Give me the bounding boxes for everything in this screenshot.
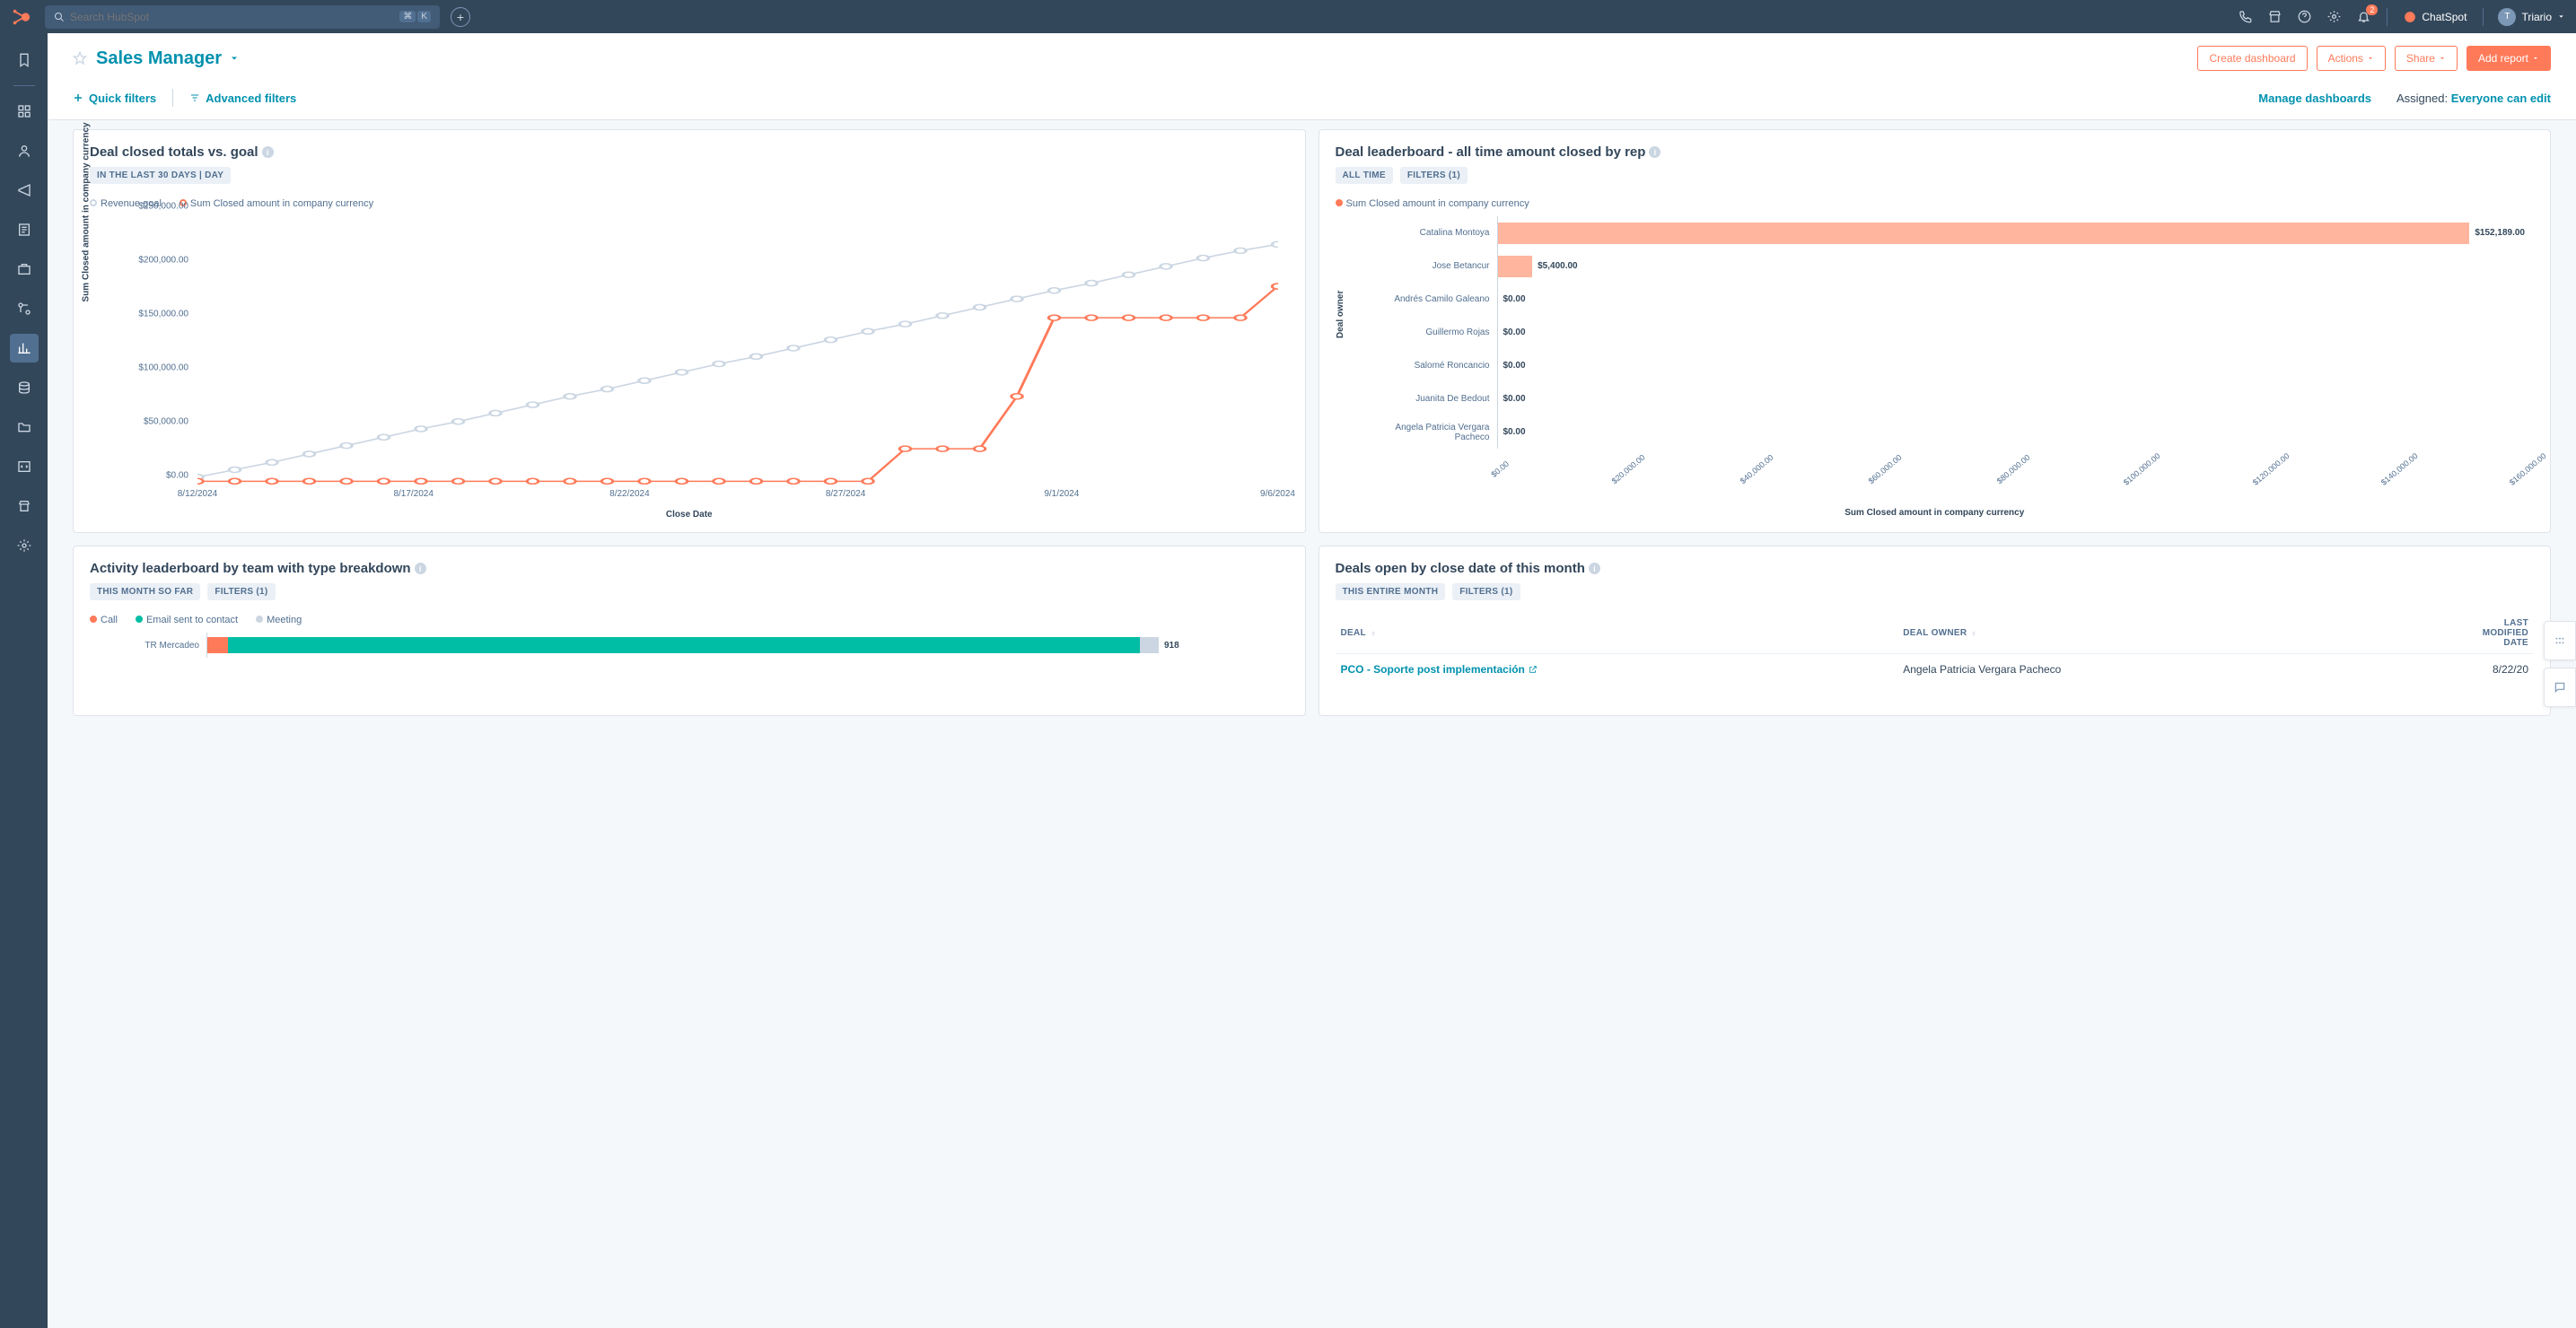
left-sidebar: [0, 33, 48, 1328]
legend-item: Sum Closed amount in company currency: [180, 198, 373, 209]
quick-filters-button[interactable]: Quick filters: [73, 92, 156, 105]
card-deals-open: Deals open by close date of this month i…: [1319, 546, 2552, 716]
sidebar-code-icon[interactable]: [10, 452, 39, 481]
info-icon[interactable]: i: [262, 146, 274, 158]
add-report-button[interactable]: Add report: [2466, 46, 2551, 71]
chatspot-button[interactable]: ChatSpot: [2404, 11, 2466, 23]
search-input[interactable]: [70, 11, 398, 23]
stacked-bar-chart: TR Mercadeo918: [90, 633, 1289, 704]
info-icon[interactable]: i: [415, 563, 426, 574]
rail-chat-icon[interactable]: [2544, 668, 2576, 707]
right-rail: [2544, 621, 2576, 707]
create-dashboard-button[interactable]: Create dashboard: [2197, 46, 2307, 71]
filter-pill[interactable]: FILTERS (1): [1400, 167, 1468, 184]
page-header: Sales Manager Create dashboard Actions S…: [48, 33, 2576, 120]
help-icon[interactable]: [2298, 10, 2311, 23]
sidebar-commerce-icon[interactable]: [10, 255, 39, 284]
kbd-cmd: ⌘: [399, 11, 416, 22]
filter-pill[interactable]: THIS ENTIRE MONTH: [1336, 583, 1446, 600]
actions-button[interactable]: Actions: [2317, 46, 2386, 71]
sidebar-contacts-icon[interactable]: [10, 136, 39, 165]
chevron-down-icon: [2557, 13, 2565, 21]
filter-pill[interactable]: FILTERS (1): [207, 583, 275, 600]
sidebar-reporting-icon[interactable]: [10, 334, 39, 363]
chatspot-icon: [2404, 11, 2416, 23]
legend-item: Meeting: [256, 615, 302, 625]
filter-pill[interactable]: ALL TIME: [1336, 167, 1393, 184]
card-title: Deal closed totals vs. goal: [90, 144, 258, 160]
filter-pill[interactable]: IN THE LAST 30 DAYS | DAY: [90, 167, 231, 184]
favorite-star-icon[interactable]: [73, 51, 87, 66]
card-title: Activity leaderboard by team with type b…: [90, 561, 411, 576]
info-icon[interactable]: i: [1589, 563, 1600, 574]
legend-item: Email sent to contact: [136, 615, 238, 625]
hubspot-logo-icon[interactable]: [11, 7, 31, 27]
sidebar-marketing-icon[interactable]: [10, 176, 39, 205]
chevron-down-icon: [2532, 55, 2539, 62]
settings-icon[interactable]: [2327, 10, 2341, 23]
sidebar-automation-icon[interactable]: [10, 294, 39, 323]
share-button[interactable]: Share: [2395, 46, 2458, 71]
global-search[interactable]: ⌘ K: [45, 5, 440, 29]
page-title[interactable]: Sales Manager: [96, 48, 240, 69]
info-icon[interactable]: i: [1649, 146, 1660, 158]
filter-icon: [189, 92, 200, 103]
card-deal-leaderboard: Deal leaderboard - all time amount close…: [1319, 129, 2552, 533]
phone-icon[interactable]: [2239, 10, 2252, 23]
legend-item: Sum Closed amount in company currency: [1336, 198, 1529, 209]
sidebar-gear-icon[interactable]: [10, 531, 39, 560]
card-title: Deal leaderboard - all time amount close…: [1336, 144, 1646, 160]
table-header: DEAL DEAL OWNER LAST MODIFIED DATE: [1336, 600, 2535, 654]
card-deal-closed-vs-goal: Deal closed totals vs. goal i IN THE LAS…: [73, 129, 1306, 533]
sort-icon: [1370, 630, 1377, 637]
sidebar-library-icon[interactable]: [10, 413, 39, 441]
column-deal[interactable]: DEAL: [1341, 618, 1904, 648]
chevron-down-icon: [229, 53, 240, 64]
add-button[interactable]: +: [451, 7, 470, 27]
horizontal-bar-chart: Deal owner Catalina Montoya$152,189.00Jo…: [1336, 216, 2535, 521]
top-navbar: ⌘ K + 2 ChatSpot T Triario: [0, 0, 2576, 33]
notification-badge: 2: [2366, 4, 2378, 15]
sidebar-bookmark-icon[interactable]: [10, 46, 39, 74]
line-chart: Sum Closed amount in company currency $0…: [90, 216, 1289, 521]
sidebar-apps-icon[interactable]: [10, 97, 39, 126]
avatar-icon: T: [2498, 8, 2516, 26]
assigned-value-link[interactable]: Everyone can edit: [2451, 92, 2551, 105]
marketplace-icon[interactable]: [2268, 10, 2282, 23]
assigned-label: Assigned:: [2396, 92, 2448, 105]
sort-icon: [1970, 630, 1977, 637]
chevron-down-icon: [2439, 55, 2446, 62]
deal-link[interactable]: PCO - Soporte post implementación: [1341, 663, 1538, 676]
manage-dashboards-link[interactable]: Manage dashboards: [2258, 92, 2371, 105]
plus-icon: [73, 92, 83, 103]
kbd-k: K: [417, 11, 431, 22]
external-link-icon: [1529, 665, 1538, 674]
sidebar-store-icon[interactable]: [10, 492, 39, 520]
table-row[interactable]: PCO - Soporte post implementación Angela…: [1336, 654, 2535, 685]
card-title: Deals open by close date of this month: [1336, 561, 1585, 576]
sidebar-content-icon[interactable]: [10, 215, 39, 244]
search-icon: [54, 12, 65, 22]
advanced-filters-button[interactable]: Advanced filters: [189, 92, 296, 105]
sidebar-data-icon[interactable]: [10, 373, 39, 402]
filter-pill[interactable]: FILTERS (1): [1452, 583, 1520, 600]
column-modified[interactable]: LAST MODIFIED DATE: [2466, 618, 2528, 648]
column-owner[interactable]: DEAL OWNER: [1903, 618, 2466, 648]
notifications-icon[interactable]: 2: [2357, 10, 2370, 23]
card-activity-leaderboard: Activity leaderboard by team with type b…: [73, 546, 1306, 716]
user-menu[interactable]: T Triario: [2483, 8, 2565, 26]
legend-item: Call: [90, 615, 118, 625]
chevron-down-icon: [2367, 55, 2374, 62]
filter-pill[interactable]: THIS MONTH SO FAR: [90, 583, 200, 600]
rail-grip-icon[interactable]: [2544, 621, 2576, 660]
